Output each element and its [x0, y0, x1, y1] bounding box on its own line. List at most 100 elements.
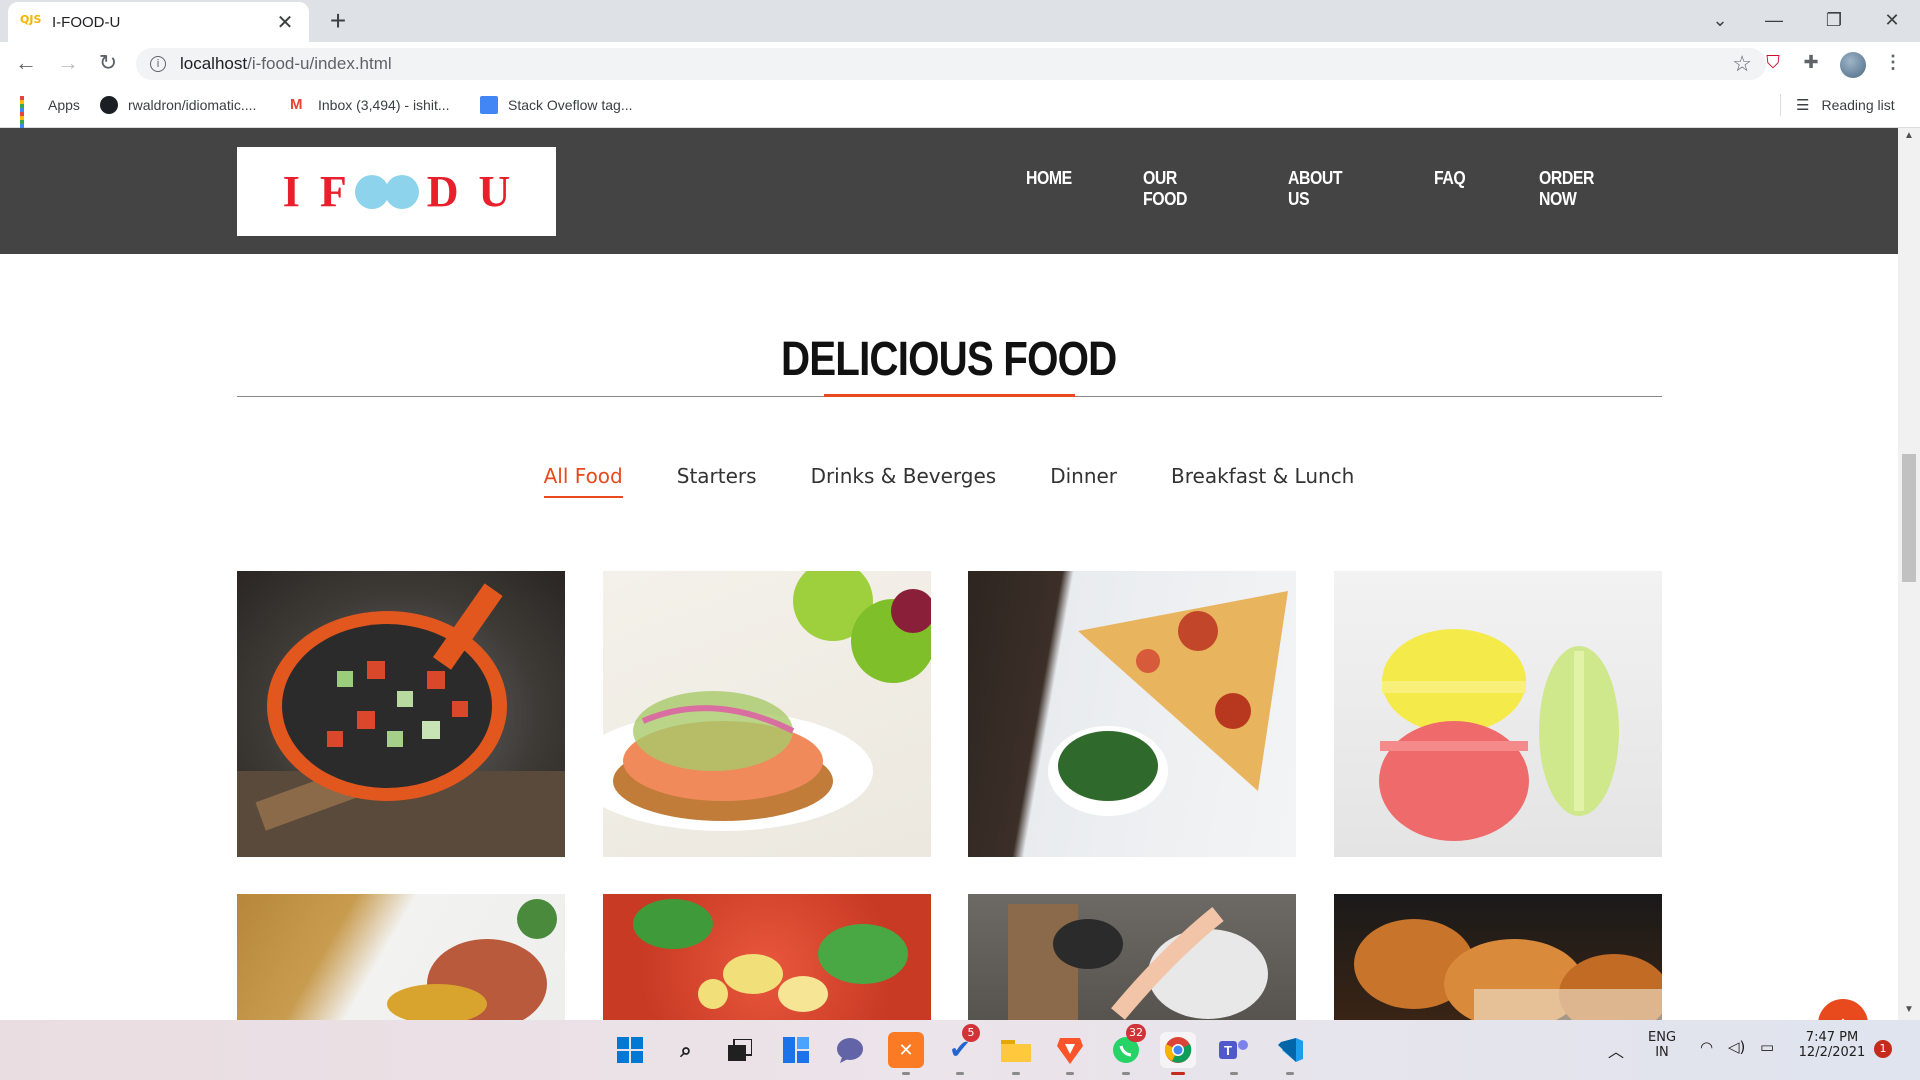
reading-list-button[interactable]: ☰ Reading list — [1780, 96, 1895, 114]
filter-drinks-beverages[interactable]: Drinks & Beverges — [811, 464, 997, 498]
fried-chicken-photo[interactable] — [1334, 894, 1662, 1020]
bookmark-stackoverflow[interactable]: Stack Oveflow tag... — [480, 96, 633, 114]
logo-letter: U — [478, 167, 511, 216]
search-icon[interactable]: ⌕ — [668, 1032, 704, 1068]
nav-home[interactable]: HOME — [1026, 168, 1072, 189]
scroll-down-arrow-icon[interactable]: ▼ — [1898, 1004, 1920, 1015]
salmon-toast-illustration — [603, 571, 931, 831]
macarons-illustration — [1379, 629, 1619, 841]
logo-circle-icon — [354, 174, 389, 209]
profile-avatar[interactable] — [1840, 52, 1866, 78]
active-indicator — [1171, 1072, 1185, 1075]
teams-chat-icon[interactable] — [832, 1032, 868, 1068]
back-arrow-icon[interactable]: ← — [10, 48, 42, 78]
teams-glyph: T — [1219, 1040, 1248, 1059]
task-view-icon[interactable] — [722, 1032, 758, 1068]
minimize-button[interactable]: — — [1754, 4, 1794, 36]
section-heading: DELICIOUS FOOD — [0, 332, 1898, 387]
volume-icon[interactable]: ◁) — [1728, 1038, 1745, 1056]
filter-breakfast-lunch[interactable]: Breakfast & Lunch — [1171, 464, 1354, 498]
veggie-pizza-illustration — [633, 899, 908, 1012]
nav-our-food[interactable]: OUR FOOD — [1143, 168, 1187, 210]
url-text[interactable]: localhost/i-food-u/index.html — [180, 54, 1732, 74]
pizza-slice-photo[interactable] — [968, 571, 1296, 857]
site-favicon-icon: QJS — [20, 13, 42, 26]
brave-browser-icon[interactable] — [1052, 1032, 1088, 1068]
nav-faq[interactable]: FAQ — [1434, 168, 1466, 189]
dinner-table-illustration — [1008, 904, 1268, 1020]
reload-icon[interactable]: ↻ — [92, 48, 124, 78]
scrollbar-thumb[interactable] — [1902, 454, 1916, 582]
scroll-to-top-button[interactable] — [1818, 999, 1868, 1020]
battery-icon[interactable]: ▭ — [1760, 1038, 1774, 1056]
widgets-icon[interactable] — [778, 1032, 814, 1068]
filter-all-food[interactable]: All Food — [543, 464, 623, 498]
url-path: /i-food-u/index.html — [247, 54, 392, 73]
clock-date: 12/2/2021 — [1798, 1045, 1866, 1060]
dinner-table-photo[interactable] — [968, 894, 1296, 1020]
nav-order-now[interactable]: ORDER NOW — [1539, 168, 1594, 210]
bookmark-star-icon[interactable]: ☆ — [1732, 51, 1752, 77]
windows-start-icon[interactable] — [612, 1032, 648, 1068]
bookmark-label: Stack Oveflow tag... — [508, 97, 633, 113]
pocket-extension-icon[interactable]: ⛉ — [1760, 52, 1786, 76]
site-info-icon[interactable]: i — [150, 56, 166, 72]
teams-icon[interactable]: T — [1216, 1032, 1252, 1068]
chrome-menu-icon[interactable]: ⋮ — [1880, 52, 1906, 76]
tab-title: I-FOOD-U — [52, 13, 121, 31]
todo-badge: 5 — [962, 1024, 980, 1042]
page-viewport: I F D U HOME OUR FOOD ABOUT US FAQ ORDER… — [0, 128, 1898, 1020]
address-bar[interactable]: i localhost/i-food-u/index.html ☆ — [136, 48, 1766, 80]
restore-button[interactable]: ❐ — [1814, 4, 1854, 36]
language-indicator[interactable]: ENG IN — [1648, 1030, 1676, 1060]
tab-search-chevron-icon[interactable]: ⌄ — [1700, 4, 1740, 36]
close-tab-icon[interactable]: ✕ — [273, 10, 297, 35]
extensions-puzzle-icon[interactable]: ✚ — [1798, 52, 1824, 76]
site-logo[interactable]: I F D U — [237, 147, 556, 236]
forward-arrow-icon[interactable]: → — [52, 48, 84, 78]
chrome-icon[interactable] — [1160, 1032, 1196, 1068]
logo-letter: F — [319, 167, 347, 216]
windows-logo-icon — [617, 1037, 643, 1063]
skillet-vegetables-photo[interactable] — [237, 571, 565, 857]
chrome-glyph — [1164, 1037, 1192, 1063]
wifi-icon[interactable]: ◠ — [1700, 1038, 1713, 1056]
running-indicator — [902, 1072, 910, 1075]
show-hidden-icons-chevron-icon[interactable]: ︿ — [1608, 1038, 1624, 1062]
bookmark-gmail[interactable]: M Inbox (3,494) - ishit... — [290, 96, 450, 114]
reading-list-icon: ☰ — [1796, 97, 1810, 114]
nav-about-us[interactable]: ABOUT US — [1288, 168, 1343, 210]
food-filter-tabs: All Food Starters Drinks & Beverges Dinn… — [0, 464, 1898, 498]
bookmark-label: Apps — [48, 97, 80, 113]
browser-tab[interactable]: QJS I-FOOD-U ✕ — [8, 2, 309, 42]
page-scrollbar[interactable]: ▲ ▼ — [1898, 128, 1920, 1020]
vscode-icon[interactable] — [1272, 1032, 1308, 1068]
scroll-up-arrow-icon[interactable]: ▲ — [1898, 130, 1920, 141]
filter-dinner[interactable]: Dinner — [1050, 464, 1117, 498]
whatsapp-badge: 32 — [1126, 1024, 1146, 1042]
clock[interactable]: 7:47 PM 12/2/2021 — [1796, 1030, 1868, 1060]
new-tab-button[interactable]: + — [322, 6, 354, 38]
clock-time: 7:47 PM — [1805, 1030, 1859, 1045]
language-code: ENG — [1648, 1030, 1677, 1045]
running-indicator — [956, 1072, 964, 1075]
salmon-toast-photo[interactable] — [603, 571, 931, 857]
widgets-glyph — [783, 1037, 809, 1063]
running-indicator — [1122, 1072, 1130, 1075]
notification-badge[interactable]: 1 — [1874, 1040, 1892, 1058]
bookmark-apps[interactable]: Apps — [20, 96, 80, 132]
xampp-icon[interactable]: ✕ — [888, 1032, 924, 1068]
bookmark-github[interactable]: rwaldron/idiomatic.... — [100, 96, 256, 114]
macarons-photo[interactable] — [1334, 571, 1662, 857]
rice-plate-illustration — [387, 899, 557, 1020]
rice-plate-photo[interactable] — [237, 894, 565, 1020]
logo-circle-icon — [384, 174, 419, 209]
filter-starters[interactable]: Starters — [677, 464, 757, 498]
bookmark-label: Inbox (3,494) - ishit... — [318, 97, 450, 113]
bookmarks-bar: Apps rwaldron/idiomatic.... M Inbox (3,4… — [0, 84, 1920, 132]
windows-taskbar: ⌕ ✕ ✔ 5 32 T ︿ ENG IN ◠ ◁) ▭ 7:47 PM 12/… — [0, 1020, 1920, 1080]
file-explorer-icon[interactable] — [998, 1032, 1034, 1068]
close-window-button[interactable]: ✕ — [1872, 4, 1912, 36]
veggie-pizza-photo[interactable] — [603, 894, 931, 1020]
region-code: IN — [1655, 1045, 1669, 1060]
